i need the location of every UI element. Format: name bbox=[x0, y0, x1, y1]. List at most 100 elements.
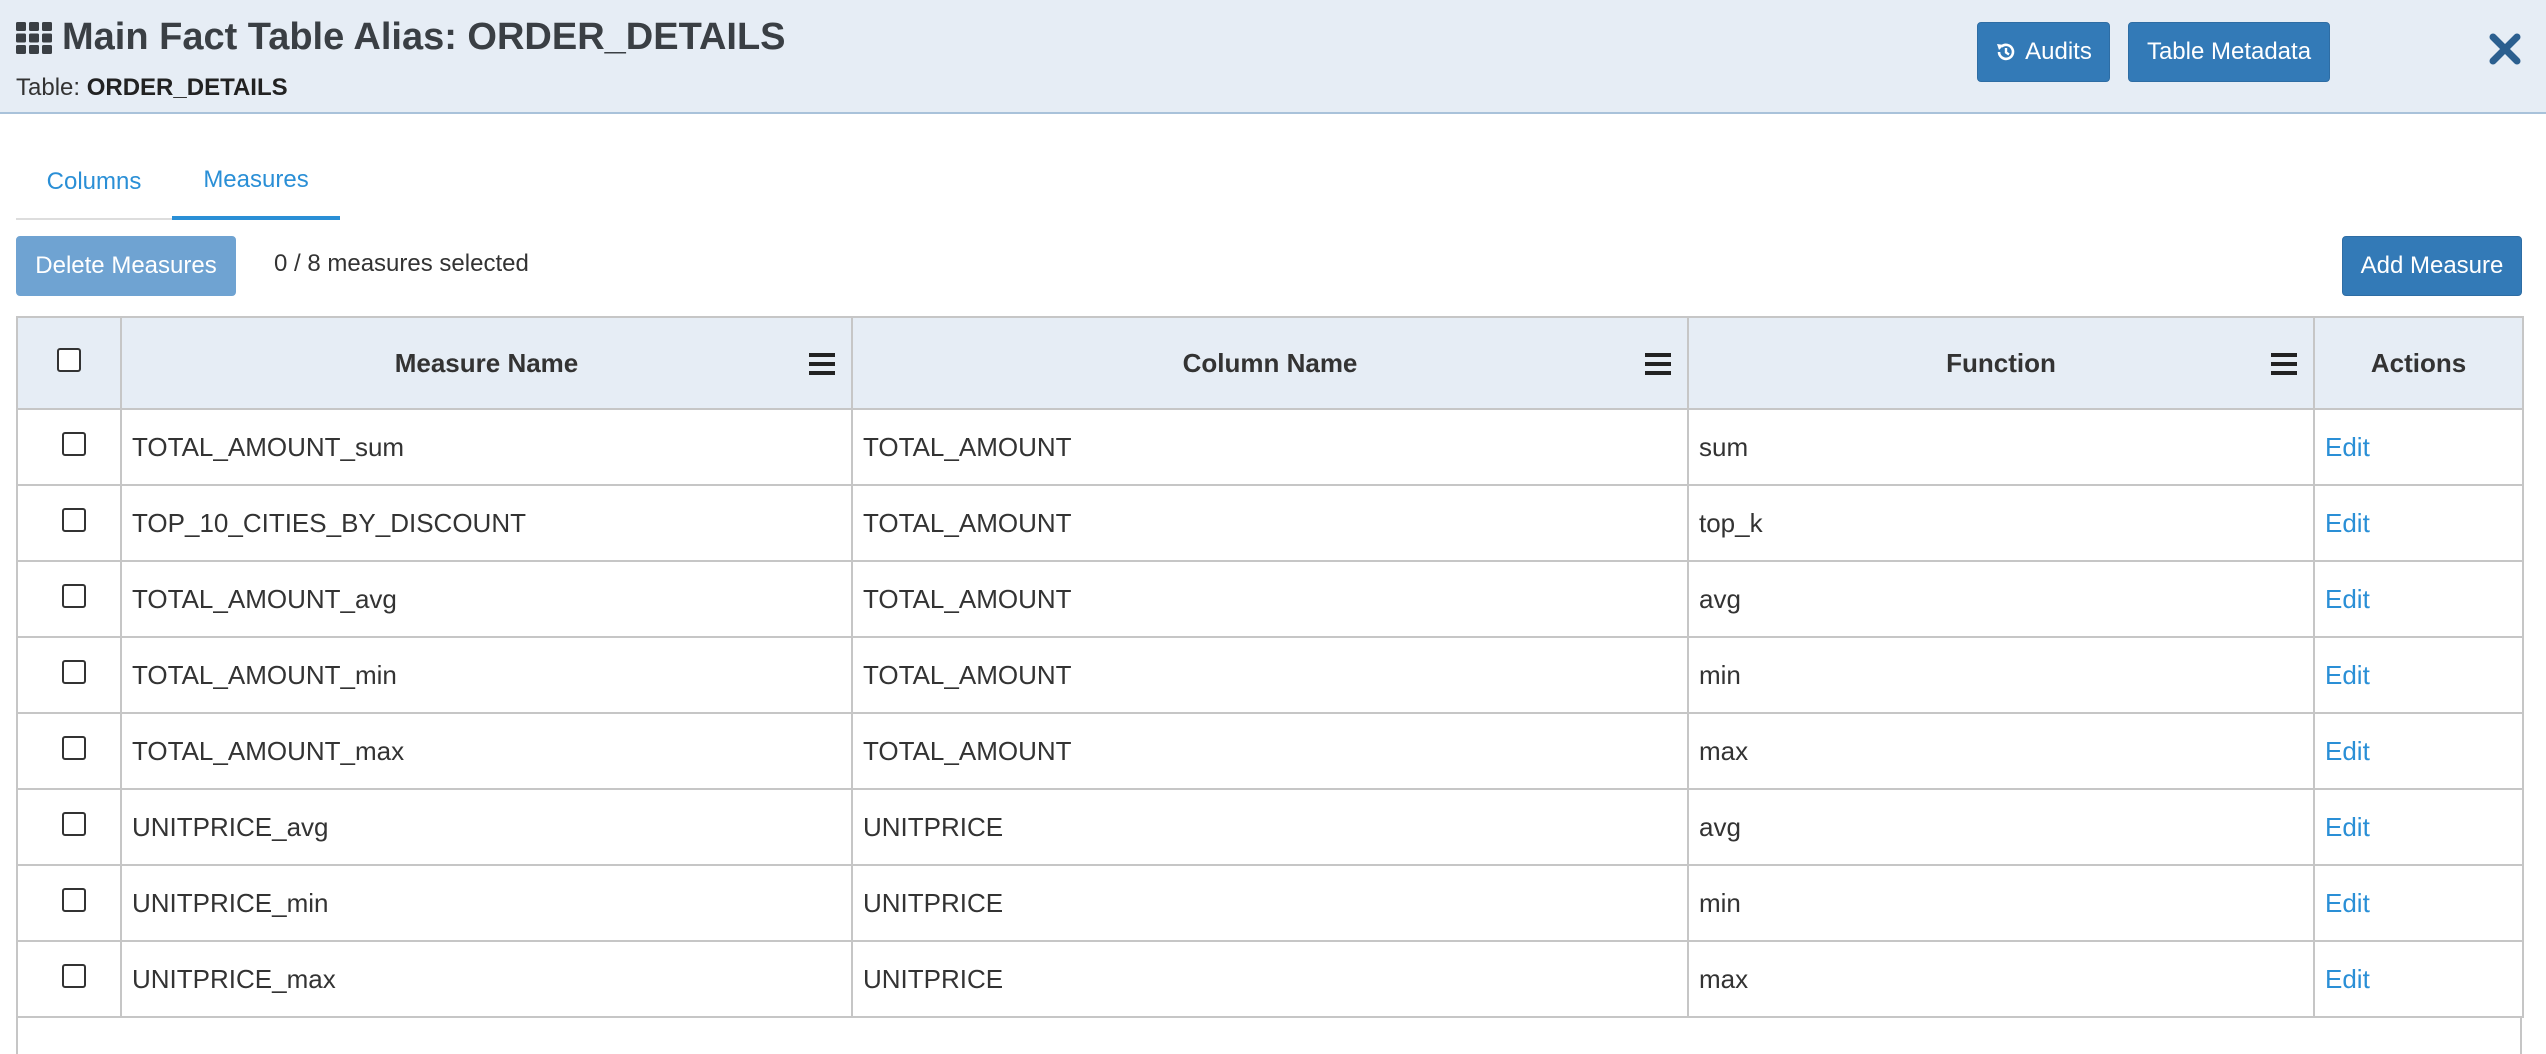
edit-link[interactable]: Edit bbox=[2325, 584, 2370, 614]
delete-measures-label: Delete Measures bbox=[35, 252, 217, 279]
header-actions-label: Actions bbox=[2370, 347, 2467, 378]
column-name-cell: UNITPRICE bbox=[851, 788, 1689, 866]
table-row: TOTAL_AMOUNT_sum TOTAL_AMOUNT sum Edit bbox=[16, 408, 2524, 486]
measure-name-cell: TOTAL_AMOUNT_sum bbox=[120, 408, 853, 486]
function-cell: min bbox=[1687, 636, 2315, 714]
row-checkbox[interactable] bbox=[61, 887, 86, 912]
tab-measures[interactable]: Measures bbox=[172, 144, 340, 220]
column-name-cell: TOTAL_AMOUNT bbox=[851, 408, 1689, 486]
add-measure-label: Add Measure bbox=[2360, 252, 2504, 279]
table-row: UNITPRICE_min UNITPRICE min Edit bbox=[16, 864, 2524, 942]
delete-measures-button[interactable]: Delete Measures bbox=[16, 236, 236, 296]
row-select-cell bbox=[16, 940, 122, 1018]
actions-cell: Edit bbox=[2313, 560, 2524, 638]
select-all-cell bbox=[16, 316, 122, 410]
actions-cell: Edit bbox=[2313, 940, 2524, 1018]
column-menu-icon[interactable] bbox=[2271, 352, 2297, 376]
row-select-cell bbox=[16, 484, 122, 562]
actions-cell: Edit bbox=[2313, 712, 2524, 790]
row-checkbox[interactable] bbox=[61, 659, 86, 684]
function-cell: avg bbox=[1687, 788, 2315, 866]
table-header-row: Measure Name Column Name Function Action… bbox=[16, 316, 2524, 410]
measure-name-cell: UNITPRICE_min bbox=[120, 864, 853, 942]
function-cell: max bbox=[1687, 712, 2315, 790]
table-name: ORDER_DETAILS bbox=[86, 74, 288, 101]
measure-name-cell: TOTAL_AMOUNT_max bbox=[120, 712, 853, 790]
column-name-cell: TOTAL_AMOUNT bbox=[851, 636, 1689, 714]
edit-link[interactable]: Edit bbox=[2325, 736, 2370, 766]
row-checkbox[interactable] bbox=[61, 507, 86, 532]
table-metadata-button[interactable]: Table Metadata bbox=[2128, 22, 2330, 82]
actions-cell: Edit bbox=[2313, 788, 2524, 866]
header-function-label: Function bbox=[1946, 347, 2056, 378]
row-select-cell bbox=[16, 408, 122, 486]
actions-cell: Edit bbox=[2313, 484, 2524, 562]
actions-cell: Edit bbox=[2313, 408, 2524, 486]
table-row: TOP_10_CITIES_BY_DISCOUNT TOTAL_AMOUNT top… bbox=[16, 484, 2524, 562]
column-name-cell: TOTAL_AMOUNT bbox=[851, 560, 1689, 638]
edit-link[interactable]: Edit bbox=[2325, 888, 2370, 918]
row-checkbox[interactable] bbox=[61, 735, 86, 760]
column-name-cell: UNITPRICE bbox=[851, 864, 1689, 942]
header-column-name-label: Column Name bbox=[1182, 347, 1358, 378]
row-select-cell bbox=[16, 788, 122, 866]
measure-name-cell: TOTAL_AMOUNT_avg bbox=[120, 560, 853, 638]
title-row: Main Fact Table Alias: ORDER_DETAILS bbox=[16, 16, 786, 59]
row-select-cell bbox=[16, 560, 122, 638]
modal-header: Main Fact Table Alias: ORDER_DETAILS Tab… bbox=[0, 0, 2546, 114]
row-checkbox[interactable] bbox=[61, 583, 86, 608]
header-measure-name-label: Measure Name bbox=[394, 347, 579, 378]
edit-link[interactable]: Edit bbox=[2325, 660, 2370, 690]
header-actions: Actions bbox=[2313, 316, 2524, 410]
table-metadata-label: Table Metadata bbox=[2146, 38, 2312, 65]
close-icon[interactable] bbox=[2488, 32, 2522, 66]
edit-link[interactable]: Edit bbox=[2325, 964, 2370, 994]
column-name-cell: TOTAL_AMOUNT bbox=[851, 484, 1689, 562]
audits-button[interactable]: Audits bbox=[1977, 22, 2110, 82]
history-icon bbox=[1997, 43, 2015, 61]
column-name-cell: TOTAL_AMOUNT bbox=[851, 712, 1689, 790]
row-select-cell bbox=[16, 636, 122, 714]
measure-name-cell: UNITPRICE_max bbox=[120, 940, 853, 1018]
header-measure-name[interactable]: Measure Name bbox=[120, 316, 853, 410]
function-cell: sum bbox=[1687, 408, 2315, 486]
table-footer-space bbox=[16, 1018, 2522, 1054]
tab-bar: Columns Measures bbox=[16, 144, 2522, 220]
measure-name-cell: TOP_10_CITIES_BY_DISCOUNT bbox=[120, 484, 853, 562]
select-all-checkbox[interactable] bbox=[56, 347, 81, 372]
measures-table: Measure Name Column Name Function Action… bbox=[16, 316, 2524, 1018]
row-checkbox[interactable] bbox=[61, 811, 86, 836]
table-row: TOTAL_AMOUNT_min TOTAL_AMOUNT min Edit bbox=[16, 636, 2524, 714]
function-cell: avg bbox=[1687, 560, 2315, 638]
table-row: UNITPRICE_max UNITPRICE max Edit bbox=[16, 940, 2524, 1018]
function-cell: top_k bbox=[1687, 484, 2315, 562]
column-menu-icon[interactable] bbox=[809, 352, 835, 376]
page-title: Main Fact Table Alias: ORDER_DETAILS bbox=[62, 16, 786, 58]
table-row: TOTAL_AMOUNT_max TOTAL_AMOUNT max Edit bbox=[16, 712, 2524, 790]
selection-count: 0 / 8 measures selected bbox=[274, 250, 529, 277]
header-column-name[interactable]: Column Name bbox=[851, 316, 1689, 410]
actions-cell: Edit bbox=[2313, 636, 2524, 714]
table-label: Table: bbox=[16, 74, 81, 101]
edit-link[interactable]: Edit bbox=[2325, 432, 2370, 462]
table-subtitle: Table: ORDER_DETAILS bbox=[16, 74, 288, 102]
measure-name-cell: TOTAL_AMOUNT_min bbox=[120, 636, 853, 714]
row-select-cell bbox=[16, 712, 122, 790]
edit-link[interactable]: Edit bbox=[2325, 508, 2370, 538]
row-checkbox[interactable] bbox=[61, 963, 86, 988]
column-name-cell: UNITPRICE bbox=[851, 940, 1689, 1018]
column-menu-icon[interactable] bbox=[1645, 352, 1671, 376]
header-function[interactable]: Function bbox=[1687, 316, 2315, 410]
actions-cell: Edit bbox=[2313, 864, 2524, 942]
function-cell: min bbox=[1687, 864, 2315, 942]
add-measure-button[interactable]: Add Measure bbox=[2342, 236, 2522, 296]
row-checkbox[interactable] bbox=[61, 431, 86, 456]
audits-label: Audits bbox=[2025, 38, 2092, 65]
function-cell: max bbox=[1687, 940, 2315, 1018]
tab-columns[interactable]: Columns bbox=[16, 144, 172, 220]
measure-name-cell: UNITPRICE_avg bbox=[120, 788, 853, 866]
edit-link[interactable]: Edit bbox=[2325, 812, 2370, 842]
table-row: TOTAL_AMOUNT_avg TOTAL_AMOUNT avg Edit bbox=[16, 560, 2524, 638]
grid-icon bbox=[16, 21, 52, 54]
table-row: UNITPRICE_avg UNITPRICE avg Edit bbox=[16, 788, 2524, 866]
